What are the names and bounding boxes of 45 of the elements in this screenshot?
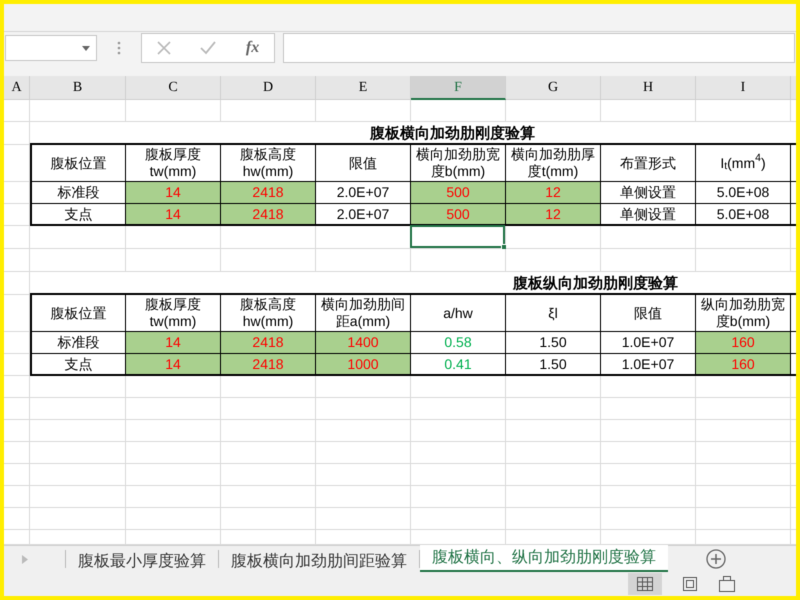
column-header[interactable]: D xyxy=(221,76,316,100)
column-header[interactable]: G xyxy=(506,76,601,100)
column-header[interactable]: B xyxy=(30,76,126,100)
table-cell: 12 xyxy=(506,182,601,204)
table-cell: 14 xyxy=(126,354,221,376)
table-cell: 160 xyxy=(696,332,791,354)
header-cell: ξl xyxy=(506,295,601,332)
table-cell: 2418 xyxy=(221,354,316,376)
header-cell: I$_{t}$(mm$^{4}$) xyxy=(696,145,791,182)
sheet-tab[interactable]: 腹板最小厚度验算 xyxy=(66,550,219,568)
column-header[interactable]: C xyxy=(126,76,221,100)
table-cell: 单侧设置 xyxy=(601,182,696,204)
table-title: 腹板纵向加劲肋刚度验算 xyxy=(513,276,678,291)
header-cell: 限值 xyxy=(601,295,696,332)
table-title: 腹板横向加劲肋刚度验算 xyxy=(370,126,535,141)
header-cell: 布置形式 xyxy=(601,145,696,182)
header-cell: 腹板位置 xyxy=(30,295,126,332)
table-cell: 14 xyxy=(126,332,221,354)
table-cell: 0.58 xyxy=(411,332,506,354)
table-cell: 0.41 xyxy=(411,354,506,376)
table-cell: 500 xyxy=(411,182,506,204)
table-cell: 单侧设置 xyxy=(601,204,696,226)
header-cell: 限值 xyxy=(316,145,411,182)
table-cell: 14 xyxy=(126,204,221,226)
column-header[interactable]: F xyxy=(411,76,506,100)
table-cell: 1000 xyxy=(316,354,411,376)
column-header[interactable]: H xyxy=(601,76,696,100)
sheet-tab[interactable]: 腹板横向、纵向加劲肋刚度验算 xyxy=(420,545,668,572)
table-cell: 160 xyxy=(696,354,791,376)
column-header[interactable]: I xyxy=(696,76,791,100)
insert-function-button[interactable]: fx xyxy=(246,36,260,60)
table-cell: 2418 xyxy=(221,182,316,204)
table-cell: 2418 xyxy=(221,204,316,226)
table-cell: 1.50 xyxy=(506,354,601,376)
table-cell: 5.0E+08 xyxy=(696,204,791,226)
table-cell: 500 xyxy=(411,204,506,226)
table-cell: 1.50 xyxy=(506,332,601,354)
table-cell: 14 xyxy=(126,182,221,204)
header-cell: a/hw xyxy=(411,295,506,332)
table-cell: 1400 xyxy=(316,332,411,354)
table-cell: 5.0E+08 xyxy=(696,182,791,204)
column-header[interactable]: A xyxy=(4,76,30,100)
table-cell: 12 xyxy=(506,204,601,226)
table-cell: 2418 xyxy=(221,332,316,354)
header-cell: 腹板位置 xyxy=(30,145,126,182)
